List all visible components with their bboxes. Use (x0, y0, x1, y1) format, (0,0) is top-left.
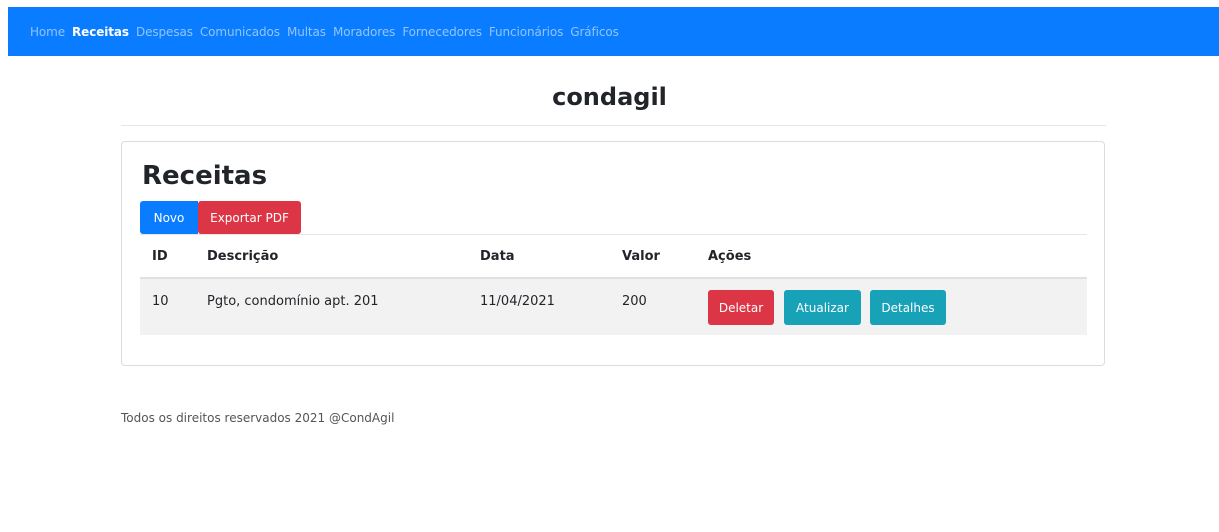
table-header: ID Descrição Data Valor Ações (140, 235, 1087, 279)
card-title: Receitas (142, 161, 268, 191)
table-row: 10 Pgto, condomínio apt. 201 11/04/2021 … (140, 279, 1087, 335)
title-divider (121, 125, 1106, 126)
cell-descricao: Pgto, condomínio apt. 201 (207, 294, 379, 309)
header-valor: Valor (622, 249, 660, 264)
nav-item-funcionarios[interactable]: Funcionários (489, 25, 563, 39)
nav-item-despesas[interactable]: Despesas (136, 25, 193, 39)
cell-data: 11/04/2021 (480, 294, 555, 309)
top-navbar: Home Receitas Despesas Comunicados Multa… (8, 7, 1219, 56)
footer-text: Todos os direitos reservados 2021 @CondA… (121, 411, 395, 425)
nav-item-graficos[interactable]: Gráficos (570, 25, 619, 39)
nav-item-receitas[interactable]: Receitas (72, 25, 129, 39)
nav-item-multas[interactable]: Multas (287, 25, 326, 39)
delete-button[interactable]: Deletar (708, 290, 774, 325)
export-pdf-button[interactable]: Exportar PDF (198, 201, 301, 234)
header-id: ID (152, 249, 168, 264)
details-button[interactable]: Detalhes (870, 290, 946, 325)
header-acoes: Ações (708, 249, 752, 264)
cell-id: 10 (152, 294, 169, 309)
nav-item-fornecedores[interactable]: Fornecedores (402, 25, 482, 39)
header-data: Data (480, 249, 515, 264)
receitas-card: Receitas Novo Exportar PDF ID Descrição … (121, 141, 1105, 366)
nav-item-comunicados[interactable]: Comunicados (200, 25, 280, 39)
receitas-table: ID Descrição Data Valor Ações 10 Pgto, c… (140, 234, 1087, 335)
cell-valor: 200 (622, 294, 647, 309)
nav-item-moradores[interactable]: Moradores (333, 25, 395, 39)
update-button[interactable]: Atualizar (784, 290, 861, 325)
page-title: condagil (552, 83, 667, 111)
nav-item-home[interactable]: Home (30, 25, 65, 39)
new-button[interactable]: Novo (140, 201, 198, 234)
header-descricao: Descrição (207, 249, 279, 264)
